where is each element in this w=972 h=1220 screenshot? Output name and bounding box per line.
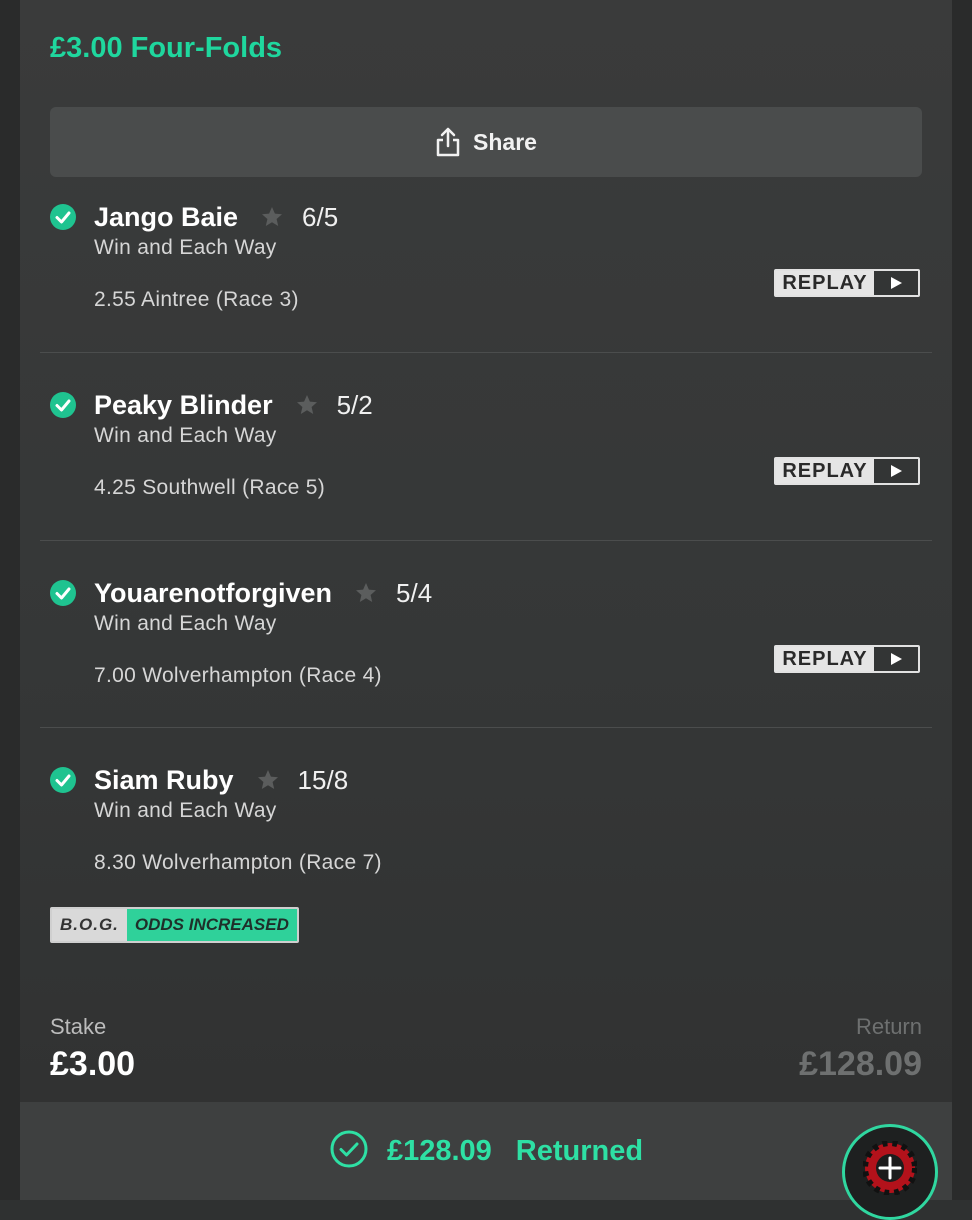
selection-market: Win and Each Way: [94, 612, 277, 635]
roulette-icon[interactable]: [842, 1124, 938, 1220]
selection-event: 8.30 Wolverhampton (Race 7): [94, 851, 382, 874]
divider: [40, 352, 932, 353]
play-icon: [874, 459, 918, 483]
divider: [40, 540, 932, 541]
divider: [40, 727, 932, 728]
star-icon[interactable]: [256, 768, 280, 792]
returned-banner: £128.09 Returned: [20, 1102, 952, 1200]
check-circle-icon: [50, 580, 76, 606]
selection-event: 2.55 Aintree (Race 3): [94, 288, 299, 311]
selection-item: Peaky Blinder 5/2 Win and Each Way 4.25 …: [20, 388, 952, 574]
play-icon: [874, 271, 918, 295]
replay-label: REPLAY: [776, 647, 874, 671]
selection-item: Jango Baie 6/5 Win and Each Way 2.55 Ain…: [20, 200, 952, 386]
selection-name: Siam Ruby: [94, 764, 234, 795]
return-label: Return: [855, 1014, 922, 1039]
replay-label: REPLAY: [776, 459, 874, 483]
selection-odds: 5/2: [336, 389, 373, 420]
bog-label: B.O.G.: [52, 909, 127, 941]
stake-value: £3.00: [50, 1045, 136, 1083]
star-icon[interactable]: [295, 393, 319, 417]
check-circle-icon: [50, 204, 76, 230]
selection-market: Win and Each Way: [94, 236, 277, 259]
selection-event: 7.00 Wolverhampton (Race 4): [94, 664, 382, 687]
stake-label: Stake: [50, 1014, 107, 1039]
replay-button[interactable]: REPLAY: [774, 645, 920, 673]
returned-amount: £128.09: [386, 1134, 492, 1167]
replay-button[interactable]: REPLAY: [774, 269, 920, 297]
bet-card: £3.00 Four-Folds Share Jango Baie 6/5 Wi…: [20, 0, 952, 1200]
selection-name: Peaky Blinder: [94, 389, 273, 420]
share-label: Share: [473, 128, 537, 155]
play-icon: [874, 647, 918, 671]
star-icon[interactable]: [354, 581, 378, 605]
share-button[interactable]: Share: [50, 107, 922, 177]
right-margin: [952, 0, 972, 1200]
selection-event: 4.25 Southwell (Race 5): [94, 476, 326, 499]
odds-increased-label: ODDS INCREASED: [126, 909, 297, 941]
selection-name: Jango Baie: [94, 201, 239, 232]
selection-market: Win and Each Way: [94, 799, 277, 822]
replay-label: REPLAY: [776, 271, 874, 295]
star-icon[interactable]: [260, 205, 284, 229]
selection-name: Youarenotforgiven: [94, 577, 333, 608]
left-margin: [0, 0, 20, 1200]
returned-status: Returned: [515, 1134, 644, 1167]
bet-title: £3.00 Four-Folds: [50, 32, 283, 64]
check-circle-icon: [50, 767, 76, 793]
selection-odds: 5/4: [396, 577, 433, 608]
check-circle-icon: [329, 1129, 369, 1174]
selection-odds: 15/8: [297, 764, 349, 795]
selection-market: Win and Each Way: [94, 424, 277, 447]
replay-button[interactable]: REPLAY: [774, 457, 920, 485]
share-icon: [435, 127, 461, 157]
bog-odds-increased-badge: B.O.G. ODDS INCREASED: [50, 907, 299, 943]
selection-odds: 6/5: [302, 201, 339, 232]
return-value: £128.09: [799, 1045, 922, 1083]
selection-item: Youarenotforgiven 5/4 Win and Each Way 7…: [20, 576, 952, 762]
check-circle-icon: [50, 392, 76, 418]
